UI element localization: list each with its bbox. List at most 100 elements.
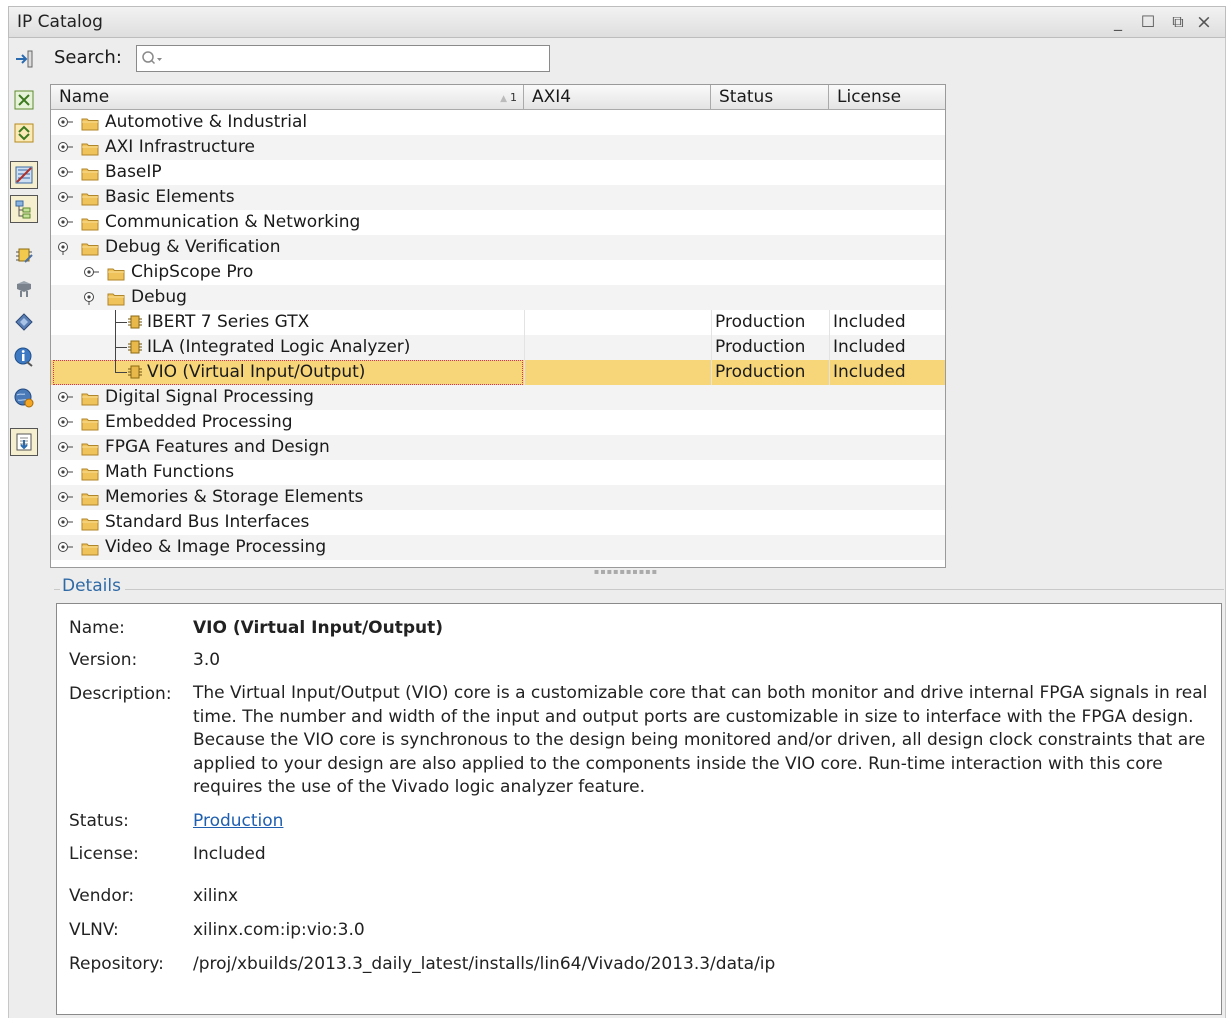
table-row[interactable]: Video & Image Processing [51,535,945,560]
folder-icon [81,541,99,556]
row-name: Embedded Processing [105,412,293,432]
tree-expand-icon[interactable] [57,464,73,480]
tree-expand-icon[interactable] [57,189,73,205]
row-name: Debug & Verification [105,237,281,257]
tree-collapse-icon[interactable] [83,289,99,305]
column-header-name[interactable]: Name ▲ 1 [51,85,524,110]
row-name: AXI Infrastructure [105,137,256,157]
ip-core-icon [127,314,143,330]
ip-settings-icon[interactable] [10,308,38,336]
details-repository-value: /proj/xbuilds/2013.3_daily_latest/instal… [193,954,776,974]
folder-icon [81,491,99,506]
details-status-label: Status: [69,811,129,831]
folder-icon [81,391,99,406]
table-row[interactable]: Math Functions [51,460,945,485]
row-status: Production [715,337,806,357]
table-row-selected[interactable]: VIO (Virtual Input/Output) Production Incl… [51,360,945,385]
folder-icon [107,291,125,306]
table-row[interactable]: Memories & Storage Elements [51,485,945,510]
column-separator [711,360,712,385]
expand-all-icon[interactable] [10,119,38,147]
search-label: Search: [54,47,122,68]
tree-expand-icon[interactable] [57,539,73,555]
maximize-icon[interactable]: ☐ [1137,11,1159,33]
table-row[interactable]: Automotive & Industrial [51,110,945,135]
row-name: Video & Image Processing [105,537,327,557]
tree-expand-icon[interactable] [57,114,73,130]
table-row[interactable]: Basic Elements [51,185,945,210]
focus-outline [53,360,523,385]
restore-icon[interactable]: ⧉ [1167,11,1189,33]
details-vlnv-label: VLNV: [69,920,119,940]
customize-ip-icon[interactable] [10,241,38,269]
details-name-label: Name: [69,618,125,638]
details-vendor-value: xilinx [193,886,239,906]
folder-icon [81,516,99,531]
search-input[interactable] [165,48,543,69]
table-row[interactable]: Embedded Processing [51,410,945,435]
sort-indicator: ▲ 1 [500,91,517,104]
export-icon[interactable] [10,428,38,456]
collapse-panel-icon[interactable] [10,45,38,73]
table-row[interactable]: Communication & Networking [51,210,945,235]
minimize-icon[interactable]: _ [1107,11,1129,33]
column-separator [711,335,712,360]
details-description-label: Description: [69,684,172,704]
tree-expand-icon[interactable] [57,214,73,230]
ip-core-icon [127,339,143,355]
column-header-axi4[interactable]: AXI4 [524,85,711,110]
folder-icon [81,166,99,181]
tree-expand-icon[interactable] [57,439,73,455]
table-header: Name ▲ 1 AXI4 Status License [51,85,945,110]
tree-expand-icon[interactable] [57,489,73,505]
column-separator [524,310,525,335]
table-row[interactable]: IBERT 7 Series GTX Production Included [51,310,945,335]
table-row[interactable]: ILA (Integrated Logic Analyzer) Productio… [51,335,945,360]
tree-expand-icon[interactable] [57,139,73,155]
web-update-icon[interactable] [10,384,38,412]
column-header-license[interactable]: License [829,85,945,110]
table-row[interactable]: Debug [51,285,945,310]
search-box[interactable] [136,45,550,72]
table-row[interactable]: Digital Signal Processing [51,385,945,410]
group-view-icon[interactable] [10,195,38,223]
column-separator [524,360,525,385]
table-row[interactable]: ChipScope Pro [51,260,945,285]
search-icon [141,49,163,69]
tree-expand-icon[interactable] [57,164,73,180]
row-status: Production [715,362,806,382]
table-row[interactable]: Standard Bus Interfaces [51,510,945,535]
row-name: Debug [131,287,187,307]
tree-collapse-icon[interactable] [57,239,73,255]
table-row[interactable]: BaseIP [51,160,945,185]
ip-info-icon[interactable] [10,343,38,371]
details-name-value: VIO (Virtual Input/Output) [193,618,444,638]
details-status-link[interactable]: Production [193,811,283,831]
close-icon[interactable]: × [1193,11,1215,33]
column-header-status[interactable]: Status [711,85,829,110]
details-version-label: Version: [69,650,138,670]
tree-expand-icon[interactable] [83,264,99,280]
tree-expand-icon[interactable] [57,389,73,405]
row-name: Math Functions [105,462,235,482]
repository-icon[interactable] [10,275,38,303]
table-row[interactable]: FPGA Features and Design [51,435,945,460]
collapse-all-icon[interactable] [10,86,38,114]
row-license: Included [833,337,906,357]
folder-icon [81,191,99,206]
column-separator [829,360,830,385]
table-row[interactable]: AXI Infrastructure [51,135,945,160]
details-section-title: Details [60,576,125,596]
details-license-label: License: [69,844,139,864]
table-row[interactable]: Debug & Verification [51,235,945,260]
row-name: Basic Elements [105,187,235,207]
tree-expand-icon[interactable] [57,514,73,530]
folder-icon [81,441,99,456]
row-name: FPGA Features and Design [105,437,330,457]
panel-title-bar: IP Catalog _ ☐ ⧉ × [8,6,1226,38]
row-name: Memories & Storage Elements [105,487,364,507]
filter-icon[interactable] [10,161,38,189]
splitter-handle[interactable]: ▪▪▪▪▪▪▪▪▪▪ [586,568,666,576]
details-vlnv-value: xilinx.com:ip:vio:3.0 [193,920,365,940]
tree-expand-icon[interactable] [57,414,73,430]
